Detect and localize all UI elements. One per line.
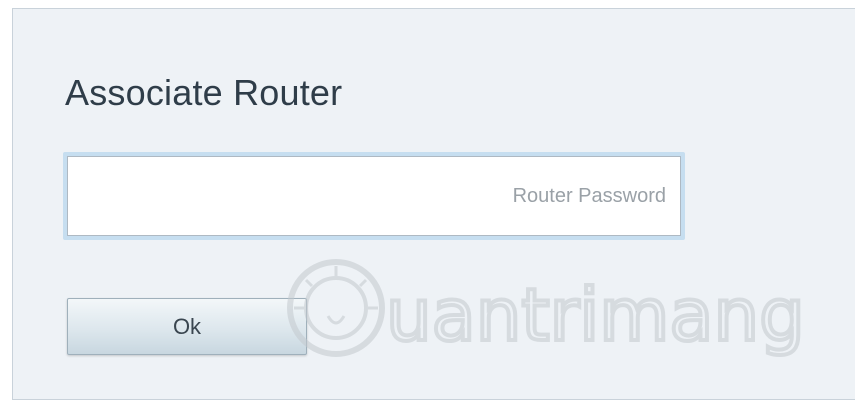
dialog-title: Associate Router	[65, 72, 343, 113]
password-field-frame	[63, 152, 685, 240]
router-password-input[interactable]	[67, 156, 681, 236]
ok-button[interactable]: Ok	[67, 298, 307, 355]
associate-router-dialog: Associate Router Ok	[12, 8, 855, 400]
